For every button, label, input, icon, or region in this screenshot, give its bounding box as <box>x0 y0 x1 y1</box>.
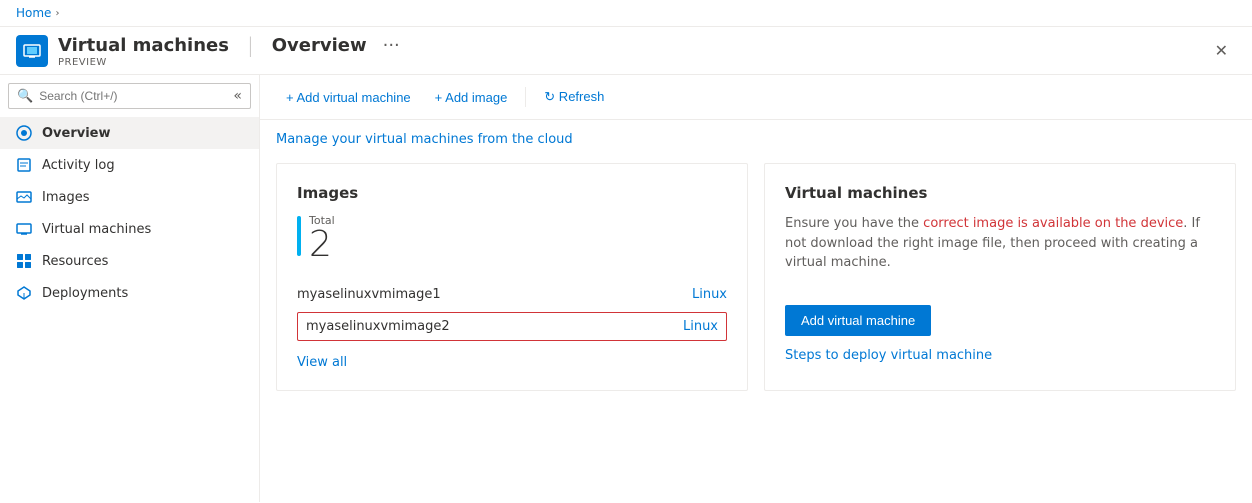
breadcrumb-separator: › <box>55 8 59 19</box>
resources-icon <box>16 253 32 269</box>
activity-log-icon <box>16 157 32 173</box>
sidebar-item-images[interactable]: Images <box>0 181 259 213</box>
sidebar-item-resources[interactable]: Resources <box>0 245 259 277</box>
count-block: Total 2 <box>309 214 335 263</box>
collapse-button[interactable]: « <box>233 88 242 104</box>
more-options-icon[interactable]: ··· <box>383 35 400 56</box>
refresh-button[interactable]: ↻ Refresh <box>534 83 614 111</box>
page-heading: Manage your virtual machines from the cl… <box>260 120 1252 163</box>
sidebar-item-label: Virtual machines <box>42 222 151 237</box>
main-layout: 🔍 « Overview Activity log Images <box>0 75 1252 502</box>
vm-card: Virtual machines Ensure you have the cor… <box>764 163 1236 391</box>
sidebar-item-activity-log[interactable]: Activity log <box>0 149 259 181</box>
images-card-title: Images <box>297 184 727 202</box>
top-bar: Virtual machines | Overview ··· PREVIEW … <box>0 27 1252 75</box>
total-count: 2 <box>309 227 335 263</box>
sidebar-item-deployments[interactable]: Deployments <box>0 277 259 309</box>
image-name: myaselinuxvmimage1 <box>297 287 676 302</box>
images-card: Images Total 2 myaselinuxvmimage1 Linux <box>276 163 748 391</box>
preview-label: PREVIEW <box>58 57 400 68</box>
total-count-row: Total 2 <box>297 214 727 263</box>
virtual-machines-icon <box>16 35 48 67</box>
add-virtual-machine-button-card[interactable]: Add virtual machine <box>785 305 931 336</box>
image-row-highlighted: myaselinuxvmimage2 Linux <box>297 312 727 341</box>
correct-image-link[interactable]: correct image is available on the device <box>923 216 1183 231</box>
search-box[interactable]: 🔍 « <box>8 83 251 109</box>
breadcrumb-home[interactable]: Home <box>16 6 51 20</box>
view-all-link[interactable]: View all <box>297 355 347 370</box>
sidebar-item-overview[interactable]: Overview <box>0 117 259 149</box>
cards-row: Images Total 2 myaselinuxvmimage1 Linux <box>260 163 1252 407</box>
count-bar <box>297 216 301 256</box>
steps-to-deploy-link[interactable]: Steps to deploy virtual machine <box>785 348 992 363</box>
page-title: Virtual machines <box>58 35 229 56</box>
vm-card-description: Ensure you have the correct image is ava… <box>785 214 1215 273</box>
overview-icon <box>16 125 32 141</box>
page-subtitle: Overview <box>272 35 367 56</box>
title-block: Virtual machines | Overview ··· PREVIEW <box>58 33 400 68</box>
add-image-button[interactable]: + Add image <box>425 84 518 111</box>
sidebar-item-label: Images <box>42 190 90 205</box>
sidebar-item-label: Deployments <box>42 286 128 301</box>
sidebar-item-virtual-machines[interactable]: Virtual machines <box>0 213 259 245</box>
deployments-icon <box>16 285 32 301</box>
image-row: myaselinuxvmimage1 Linux <box>297 279 727 310</box>
search-icon: 🔍 <box>17 89 33 104</box>
sidebar-item-label: Overview <box>42 126 111 141</box>
breadcrumb: Home › <box>0 0 1252 27</box>
title-separator: | <box>247 33 254 57</box>
toolbar-divider <box>525 87 526 107</box>
content-area: + Add virtual machine + Add image ↻ Refr… <box>260 75 1252 502</box>
close-button[interactable]: ✕ <box>1207 37 1236 64</box>
vm-card-title: Virtual machines <box>785 184 1215 202</box>
image-os: Linux <box>692 287 727 302</box>
image-os: Linux <box>683 319 718 334</box>
image-list: myaselinuxvmimage1 Linux myaselinuxvmima… <box>297 279 727 341</box>
vm-nav-icon <box>16 221 32 237</box>
add-virtual-machine-button[interactable]: + Add virtual machine <box>276 84 421 111</box>
sidebar-item-label: Resources <box>42 254 108 269</box>
toolbar: + Add virtual machine + Add image ↻ Refr… <box>260 75 1252 120</box>
sidebar: 🔍 « Overview Activity log Images <box>0 75 260 502</box>
image-name: myaselinuxvmimage2 <box>306 319 667 334</box>
search-input[interactable] <box>39 89 227 103</box>
sidebar-item-label: Activity log <box>42 158 115 173</box>
images-icon <box>16 189 32 205</box>
